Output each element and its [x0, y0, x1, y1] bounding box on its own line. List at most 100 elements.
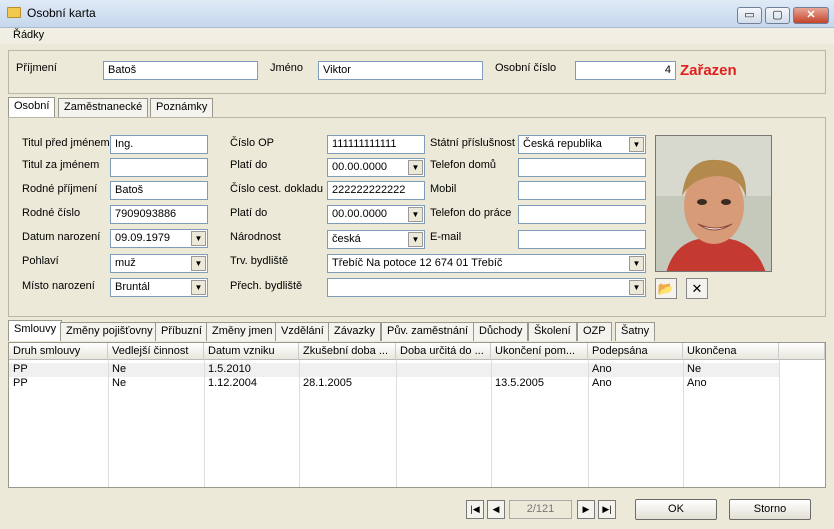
- chevron-down-icon[interactable]: ▼: [408, 207, 423, 222]
- birth-number-label: Rodné číslo: [22, 207, 81, 219]
- title-after-label: Titul za jménem: [22, 159, 100, 171]
- birth-date-picker[interactable]: 09.09.1979 ▼: [110, 229, 208, 248]
- first-record-button[interactable]: |◀: [466, 500, 484, 519]
- table-cell: Ano: [592, 377, 612, 389]
- chevron-down-icon[interactable]: ▼: [408, 232, 423, 247]
- column-divider: [491, 360, 492, 487]
- table-row[interactable]: PP Ne 1.5.2010 Ano Ne: [9, 363, 779, 377]
- citizenship-select[interactable]: Česká republika ▼: [518, 135, 646, 154]
- open-folder-icon[interactable]: 📂: [655, 278, 677, 299]
- tab-duchody[interactable]: Důchody: [473, 322, 529, 341]
- valid-to2-label: Platí do: [230, 207, 268, 219]
- column-header[interactable]: Ukončena: [683, 343, 779, 360]
- nationality-label: Národnost: [230, 231, 281, 243]
- title-before-field[interactable]: Ing.: [110, 135, 208, 154]
- person-photo-icon: [656, 136, 771, 271]
- birth-date-label: Datum narození: [22, 231, 101, 243]
- chevron-down-icon[interactable]: ▼: [191, 280, 206, 295]
- birth-place-select[interactable]: Bruntál ▼: [110, 278, 208, 297]
- sex-select[interactable]: muž ▼: [110, 254, 208, 273]
- surname-field[interactable]: Batoš: [103, 61, 258, 80]
- column-header[interactable]: Zkušební doba ...: [299, 343, 396, 360]
- column-header[interactable]: Vedlejší činnost: [108, 343, 204, 360]
- tab-zamestnanecke[interactable]: Zaměstnanecké: [58, 98, 149, 117]
- table-cell: [396, 377, 491, 391]
- table-row[interactable]: PP Ne 1.12.2004 28.1.2005 13.5.2005 Ano …: [9, 377, 779, 391]
- tab-zmeny-jmen[interactable]: Změny jmen: [206, 322, 279, 341]
- table-cell: Ne: [112, 363, 127, 375]
- table-cell: 1.5.2010: [208, 363, 251, 375]
- tab-puv-zamestnani[interactable]: Pův. zaměstnání: [381, 322, 475, 341]
- title-before-label: Titul před jménem: [22, 137, 110, 149]
- tab-pribuzni[interactable]: Příbuzní: [155, 322, 208, 341]
- phone-work-field[interactable]: [518, 205, 646, 224]
- id-card-field[interactable]: 111111111111: [327, 135, 425, 154]
- column-header[interactable]: Datum vzniku: [204, 343, 299, 360]
- window-title: Osobní karta: [27, 6, 96, 20]
- nationality-select[interactable]: česká ▼: [327, 230, 425, 249]
- tab-smlouvy[interactable]: Smlouvy: [8, 320, 63, 341]
- column-divider: [204, 360, 205, 487]
- maximize-button[interactable]: ▢: [765, 7, 790, 24]
- previous-record-button[interactable]: ◀: [487, 500, 505, 519]
- column-header[interactable]: Podepsána: [588, 343, 683, 360]
- table-cell: Ne: [687, 363, 702, 375]
- id-card-label: Číslo OP: [230, 137, 275, 149]
- last-record-button[interactable]: ▶|: [598, 500, 616, 519]
- email-field[interactable]: [518, 230, 646, 249]
- table-cell: 1.12.2004: [208, 377, 257, 389]
- name-label: Jméno: [270, 62, 304, 74]
- tab-zavazky[interactable]: Závazky: [328, 322, 381, 341]
- ok-button[interactable]: OK: [635, 499, 717, 520]
- tab-skoleni[interactable]: Školení: [528, 322, 577, 341]
- next-record-button[interactable]: ▶: [577, 500, 595, 519]
- chevron-down-icon[interactable]: ▼: [629, 256, 644, 271]
- record-position: 2/121: [509, 500, 572, 519]
- delete-icon[interactable]: ✕: [686, 278, 708, 299]
- menu-item-radky[interactable]: Řádky: [13, 29, 44, 41]
- phone-home-field[interactable]: [518, 158, 646, 177]
- column-divider: [588, 360, 589, 487]
- column-header[interactable]: Druh smlouvy: [9, 343, 108, 360]
- tab-ozp[interactable]: OZP: [577, 322, 612, 341]
- minimize-button[interactable]: ▭: [737, 7, 762, 24]
- column-header[interactable]: Ukončení pom...: [491, 343, 588, 360]
- status-badge: Zařazen: [680, 62, 737, 79]
- tab-vzdelani[interactable]: Vzdělání: [275, 322, 330, 341]
- chevron-down-icon[interactable]: ▼: [191, 256, 206, 271]
- close-button[interactable]: ✕: [793, 7, 829, 24]
- tab-poznamky[interactable]: Poznámky: [150, 98, 214, 117]
- title-after-field[interactable]: [110, 158, 208, 177]
- permanent-address-select[interactable]: Třebíč Na potoce 12 674 01 Třebíč ▼: [327, 254, 646, 273]
- personal-number-field[interactable]: 4: [575, 61, 676, 80]
- tab-osobni[interactable]: Osobní: [8, 97, 56, 118]
- nationality-value: česká: [332, 233, 361, 245]
- valid-to2-picker[interactable]: 00.00.0000 ▼: [327, 205, 425, 224]
- passport-label: Číslo cest. dokladu: [230, 183, 323, 195]
- table-header: Druh smlouvy Vedlejší činnost Datum vzni…: [9, 343, 825, 360]
- valid-to2-value: 00.00.0000: [332, 208, 388, 220]
- valid-to-label: Platí do: [230, 159, 268, 171]
- temporary-address-label: Přech. bydliště: [230, 280, 303, 292]
- chevron-down-icon[interactable]: ▼: [191, 231, 206, 246]
- chevron-down-icon[interactable]: ▼: [629, 280, 644, 295]
- valid-to-picker[interactable]: 00.00.0000 ▼: [327, 158, 425, 177]
- mobile-field[interactable]: [518, 181, 646, 200]
- valid-to-value: 00.00.0000: [332, 161, 388, 173]
- table-cell: Ne: [112, 377, 127, 389]
- birth-surname-field[interactable]: Batoš: [110, 181, 208, 200]
- temporary-address-select[interactable]: ▼: [327, 278, 646, 297]
- tab-satny[interactable]: Šatny: [615, 322, 656, 341]
- chevron-down-icon[interactable]: ▼: [629, 137, 644, 152]
- column-divider: [779, 360, 780, 487]
- column-header[interactable]: Doba určitá do ...: [396, 343, 491, 360]
- passport-field[interactable]: 222222222222: [327, 181, 425, 200]
- name-field[interactable]: Viktor: [318, 61, 483, 80]
- avatar: [655, 135, 772, 272]
- personal-number-label: Osobní číslo: [495, 62, 557, 74]
- birth-number-field[interactable]: 7909093886: [110, 205, 208, 224]
- birth-place-value: Bruntál: [115, 281, 150, 293]
- cancel-button[interactable]: Storno: [729, 499, 811, 520]
- chevron-down-icon[interactable]: ▼: [408, 160, 423, 175]
- tab-zmeny-pojistovny[interactable]: Změny pojišťovny: [60, 322, 159, 341]
